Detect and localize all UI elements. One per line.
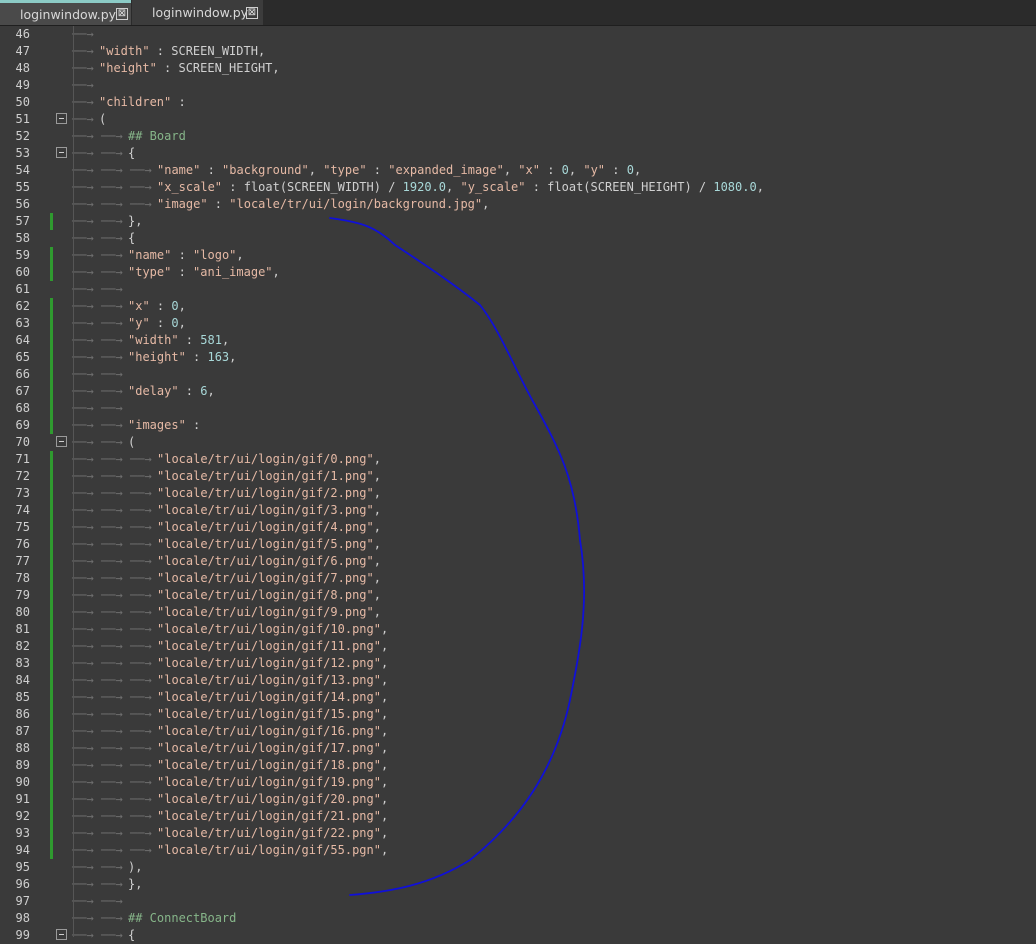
hand-drawn-annotation — [329, 217, 586, 896]
annotation-stroke — [329, 217, 586, 896]
